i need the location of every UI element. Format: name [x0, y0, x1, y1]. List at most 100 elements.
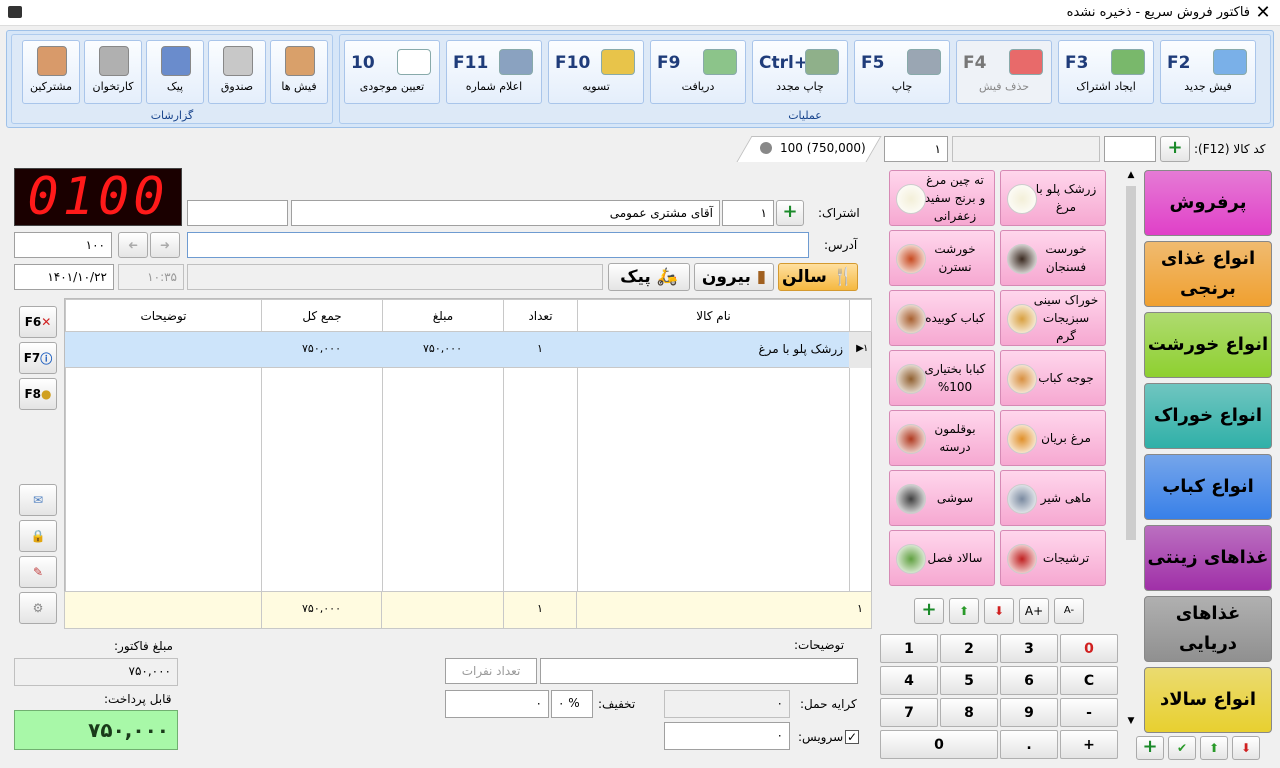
time-input[interactable]: ١٠:٣۵: [118, 264, 184, 290]
food-item-3[interactable]: خورشت نسترن: [889, 230, 995, 286]
col-desc[interactable]: توضیحات: [65, 299, 262, 332]
numpad-key[interactable]: 9: [1000, 698, 1058, 727]
category-down-icon[interactable]: ⬇: [1232, 736, 1260, 760]
food-item-11[interactable]: سوشی: [889, 470, 995, 526]
add-subscription-button[interactable]: +: [776, 200, 804, 226]
customer-extra-input[interactable]: [187, 200, 288, 226]
move-up-icon[interactable]: ⬆: [949, 598, 979, 624]
scroll-down-icon[interactable]: ▼: [1124, 716, 1138, 730]
food-item-4[interactable]: خوراک سینی سبزیجات گرم: [1000, 290, 1106, 346]
category-button-6[interactable]: غذاهای دریایی: [1144, 596, 1272, 662]
category-button-5[interactable]: غذاهای زینتی: [1144, 525, 1272, 591]
food-item-1[interactable]: ته چین مرغ و برنج سفید زعفرانی: [889, 170, 995, 226]
product-qty-input[interactable]: ١: [884, 136, 948, 162]
add-category-button[interactable]: +: [1136, 736, 1164, 760]
numpad-key[interactable]: -: [1060, 698, 1118, 727]
food-item-12[interactable]: ترشیجات: [1000, 530, 1106, 586]
category-button-2[interactable]: انواع خورشت: [1144, 312, 1272, 378]
confirm-check-icon[interactable]: ✔: [1168, 736, 1196, 760]
op-button-f11[interactable]: F11 اعلام شماره: [446, 40, 542, 104]
category-button-0[interactable]: پرفروش: [1144, 170, 1272, 236]
salon-button[interactable]: سالن 🍴: [778, 263, 858, 291]
f8-coins-button[interactable]: F8 ●: [19, 378, 57, 410]
numpad-key[interactable]: 5: [940, 666, 998, 695]
service-checkbox[interactable]: ✓: [845, 730, 859, 744]
col-price[interactable]: مبلغ: [382, 299, 504, 332]
op-button-f5[interactable]: F5 چاپ: [854, 40, 950, 104]
food-item-5[interactable]: کباب کوبیده: [889, 290, 995, 346]
report-button-3[interactable]: کارتخوان: [84, 40, 142, 104]
food-item-7[interactable]: کبابا بختیاری 100%: [889, 350, 995, 406]
description-input[interactable]: [540, 658, 858, 684]
col-name[interactable]: نام کالا: [577, 299, 850, 332]
number-input[interactable]: ١٠٠: [14, 232, 112, 258]
report-button-2[interactable]: پیک: [146, 40, 204, 104]
add-food-button[interactable]: +: [914, 598, 944, 624]
settings-gear-icon[interactable]: ⚙: [19, 592, 57, 624]
op-button-f9[interactable]: F9 دریافت: [650, 40, 746, 104]
numpad-key[interactable]: 7: [880, 698, 938, 727]
f7-info-button[interactable]: F7 ⓘ: [19, 342, 57, 374]
numpad-key[interactable]: +: [1060, 730, 1118, 759]
service-input[interactable]: ٠: [664, 722, 790, 750]
numpad-key[interactable]: 0: [880, 730, 998, 759]
add-product-button[interactable]: +: [1160, 136, 1190, 162]
food-item-2[interactable]: خورست فسنجان: [1000, 230, 1106, 286]
numpad-key[interactable]: 8: [940, 698, 998, 727]
category-button-1[interactable]: انواع غذای برنجی: [1144, 241, 1272, 307]
date-input[interactable]: ١۴٠١/١٠/٢٢: [14, 264, 114, 290]
discount-percent-input[interactable]: % ٠: [551, 690, 593, 718]
discount-amount-input[interactable]: ٠: [445, 690, 549, 718]
product-code-input[interactable]: [1104, 136, 1156, 162]
freight-input[interactable]: ٠: [664, 690, 790, 718]
move-down-icon[interactable]: ⬇: [984, 598, 1014, 624]
col-qty[interactable]: تعداد: [503, 299, 578, 332]
paint-icon[interactable]: ✎: [19, 556, 57, 588]
close-icon[interactable]: ✕: [1252, 2, 1274, 24]
f6-delete-button[interactable]: F6 ✕: [19, 306, 57, 338]
numpad-key[interactable]: C: [1060, 666, 1118, 695]
next-arrow-icon[interactable]: ➜: [150, 232, 180, 258]
food-item-6[interactable]: جوجه کباب: [1000, 350, 1106, 406]
category-button-4[interactable]: انواع کباب: [1144, 454, 1272, 520]
report-button-1[interactable]: صندوق: [208, 40, 266, 104]
people-count-input[interactable]: تعداد نفرات: [445, 658, 537, 684]
numpad-key[interactable]: 6: [1000, 666, 1058, 695]
numpad-key[interactable]: .: [1000, 730, 1058, 759]
numpad-key[interactable]: 0: [1060, 634, 1118, 663]
category-button-3[interactable]: انواع خوراک: [1144, 383, 1272, 449]
numpad-key[interactable]: 3: [1000, 634, 1058, 663]
table-row[interactable]: ٧۵٠,٠٠٠ ٧۵٠,٠٠٠ ١ زرشک پلو با مرغ ▶ ١: [65, 332, 871, 368]
message-icon[interactable]: ✉: [19, 484, 57, 516]
outside-button[interactable]: بیرون ▮: [694, 263, 774, 291]
numpad-key[interactable]: 2: [940, 634, 998, 663]
courier-button[interactable]: پیک 🛵: [608, 263, 690, 291]
food-item-8[interactable]: مرغ بریان: [1000, 410, 1106, 466]
category-scrollbar[interactable]: ▲ ▼: [1124, 170, 1138, 730]
scroll-thumb[interactable]: [1126, 186, 1136, 540]
op-button-f4[interactable]: F4 حذف فیش: [956, 40, 1052, 104]
subscription-code-input[interactable]: ١: [722, 200, 774, 226]
category-up-icon[interactable]: ⬆: [1200, 736, 1228, 760]
report-button-4[interactable]: مشترکین: [22, 40, 80, 104]
font-increase-icon[interactable]: A+: [1019, 598, 1049, 624]
food-item-13[interactable]: سالاد فصل: [889, 530, 995, 586]
food-item-10[interactable]: ماهی شیر: [1000, 470, 1106, 526]
op-button-f2[interactable]: F2 فیش جدید: [1160, 40, 1256, 104]
lock-icon[interactable]: 🔒: [19, 520, 57, 552]
numpad-key[interactable]: 4: [880, 666, 938, 695]
numpad-key[interactable]: 1: [880, 634, 938, 663]
food-item-0[interactable]: زرشک پلو با مرغ: [1000, 170, 1106, 226]
food-item-9[interactable]: بوقلمون درسته: [889, 410, 995, 466]
scroll-up-icon[interactable]: ▲: [1124, 170, 1138, 184]
address-input[interactable]: [187, 232, 809, 258]
op-button-10[interactable]: 10 تعیین موجودی: [344, 40, 440, 104]
category-button-7[interactable]: انواع سالاد: [1144, 667, 1272, 733]
col-total[interactable]: جمع کل: [261, 299, 383, 332]
op-button-ctrlf5[interactable]: Ctrl+ F5 چاپ مجدد: [752, 40, 848, 104]
customer-name-input[interactable]: آقای مشتری عمومی: [291, 200, 720, 226]
op-button-f10[interactable]: F10 تسویه: [548, 40, 644, 104]
report-button-0[interactable]: فیش ها: [270, 40, 328, 104]
font-decrease-icon[interactable]: A-: [1054, 598, 1084, 624]
op-button-f3[interactable]: F3 ایجاد اشتراک: [1058, 40, 1154, 104]
